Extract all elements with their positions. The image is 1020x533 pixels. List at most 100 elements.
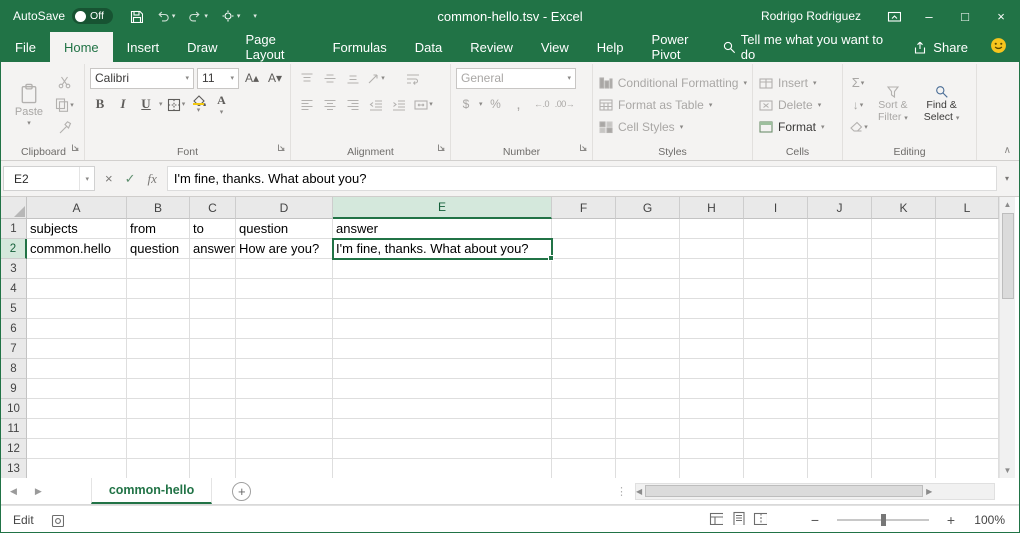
cell-G7[interactable]	[616, 339, 680, 359]
underline-button[interactable]: U	[136, 94, 156, 114]
cell-E12[interactable]	[333, 439, 552, 459]
dropdown-arrow-icon[interactable]: ▾	[159, 100, 163, 108]
cell-L13[interactable]	[936, 459, 999, 478]
insert-cells-button[interactable]: Insert ▾	[758, 72, 837, 93]
cell-A11[interactable]	[27, 419, 127, 439]
cell-H7[interactable]	[680, 339, 744, 359]
clear-button[interactable]: ▾	[848, 117, 868, 137]
cell-G8[interactable]	[616, 359, 680, 379]
cell-D5[interactable]	[236, 299, 333, 319]
zoom-level[interactable]: 100%	[969, 513, 1005, 527]
row-header-1[interactable]: 1	[1, 219, 27, 239]
row-header-8[interactable]: 8	[1, 359, 27, 379]
cell-H4[interactable]	[680, 279, 744, 299]
cell-G10[interactable]	[616, 399, 680, 419]
accounting-format-button[interactable]: $	[456, 94, 476, 114]
horizontal-scroll-thumb[interactable]	[645, 485, 923, 497]
cell-B3[interactable]	[127, 259, 190, 279]
autosave-control[interactable]: AutoSave Off	[1, 8, 123, 24]
font-color-button[interactable]: A▾	[212, 94, 232, 114]
ribbon-tab-draw[interactable]: Draw	[173, 32, 231, 62]
cell-D10[interactable]	[236, 399, 333, 419]
cell-C13[interactable]	[190, 459, 236, 478]
cell-D11[interactable]	[236, 419, 333, 439]
zoom-out-button[interactable]: −	[809, 512, 821, 528]
sort-filter-button[interactable]: Sort & Filter ▾	[872, 66, 914, 143]
cell-G12[interactable]	[616, 439, 680, 459]
increase-decimal-button[interactable]: ←.0	[532, 94, 552, 114]
increase-font-size-button[interactable]: A▴	[242, 68, 262, 88]
cell-K2[interactable]	[872, 239, 936, 259]
cell-G2[interactable]	[616, 239, 680, 259]
cell-L12[interactable]	[936, 439, 999, 459]
cell-C2[interactable]: answer	[190, 239, 236, 259]
cell-D2[interactable]: How are you?	[236, 239, 333, 259]
cell-G4[interactable]	[616, 279, 680, 299]
cell-J11[interactable]	[808, 419, 872, 439]
cell-B1[interactable]: from	[127, 219, 190, 239]
ribbon-tab-insert[interactable]: Insert	[113, 32, 174, 62]
ribbon-tab-home[interactable]: Home	[50, 32, 113, 62]
cell-H9[interactable]	[680, 379, 744, 399]
cell-L6[interactable]	[936, 319, 999, 339]
ribbon-tab-page-layout[interactable]: Page Layout	[232, 32, 319, 62]
macro-record-button[interactable]	[50, 513, 64, 527]
cell-A9[interactable]	[27, 379, 127, 399]
cell-D9[interactable]	[236, 379, 333, 399]
new-sheet-button[interactable]: +	[232, 482, 251, 501]
cell-H1[interactable]	[680, 219, 744, 239]
number-format-select[interactable]: General▾	[456, 68, 576, 89]
column-header-E[interactable]: E	[333, 197, 552, 219]
cell-A12[interactable]	[27, 439, 127, 459]
cell-F6[interactable]	[552, 319, 616, 339]
row-header-13[interactable]: 13	[1, 459, 27, 478]
sheet-tab-common-hello[interactable]: common-hello	[91, 478, 212, 504]
cell-B2[interactable]: question	[127, 239, 190, 259]
cell-F13[interactable]	[552, 459, 616, 478]
cell-L10[interactable]	[936, 399, 999, 419]
scroll-up-arrow[interactable]: ▲	[1000, 197, 1015, 212]
cell-G13[interactable]	[616, 459, 680, 478]
ribbon-tab-power-pivot[interactable]: Power Pivot	[638, 32, 722, 62]
cell-F12[interactable]	[552, 439, 616, 459]
name-box[interactable]: E2 ▾	[3, 166, 95, 191]
cell-I8[interactable]	[744, 359, 808, 379]
row-header-12[interactable]: 12	[1, 439, 27, 459]
collapse-ribbon-button[interactable]: ∧	[1004, 145, 1011, 156]
cell-H3[interactable]	[680, 259, 744, 279]
column-header-F[interactable]: F	[552, 197, 616, 219]
cell-A8[interactable]	[27, 359, 127, 379]
cell-A10[interactable]	[27, 399, 127, 419]
ribbon-tab-formulas[interactable]: Formulas	[319, 32, 401, 62]
cell-K7[interactable]	[872, 339, 936, 359]
cell-J4[interactable]	[808, 279, 872, 299]
cell-J8[interactable]	[808, 359, 872, 379]
align-left-button[interactable]	[296, 94, 316, 114]
cell-J2[interactable]	[808, 239, 872, 259]
row-header-10[interactable]: 10	[1, 399, 27, 419]
cell-L8[interactable]	[936, 359, 999, 379]
previous-sheet-arrow[interactable]: ◀	[1, 486, 26, 497]
maximize-button[interactable]: □	[947, 0, 983, 32]
undo-button[interactable]: ▾	[156, 9, 176, 23]
ribbon-tab-view[interactable]: View	[527, 32, 583, 62]
cell-H13[interactable]	[680, 459, 744, 478]
delete-cells-button[interactable]: Delete ▾	[758, 94, 837, 115]
cell-K5[interactable]	[872, 299, 936, 319]
decrease-font-size-button[interactable]: A▾	[265, 68, 285, 88]
ribbon-tab-data[interactable]: Data	[401, 32, 456, 62]
redo-button[interactable]: ▾	[188, 9, 208, 23]
cell-E7[interactable]	[333, 339, 552, 359]
cell-E3[interactable]	[333, 259, 552, 279]
cell-D12[interactable]	[236, 439, 333, 459]
cell-K8[interactable]	[872, 359, 936, 379]
cell-B11[interactable]	[127, 419, 190, 439]
cell-C5[interactable]	[190, 299, 236, 319]
autosum-button[interactable]: Σ▾	[848, 73, 868, 93]
cell-E2[interactable]: I'm fine, thanks. What about you?	[333, 239, 552, 259]
cell-C9[interactable]	[190, 379, 236, 399]
wrap-text-button[interactable]	[402, 68, 422, 88]
row-header-9[interactable]: 9	[1, 379, 27, 399]
cell-K6[interactable]	[872, 319, 936, 339]
cell-G9[interactable]	[616, 379, 680, 399]
